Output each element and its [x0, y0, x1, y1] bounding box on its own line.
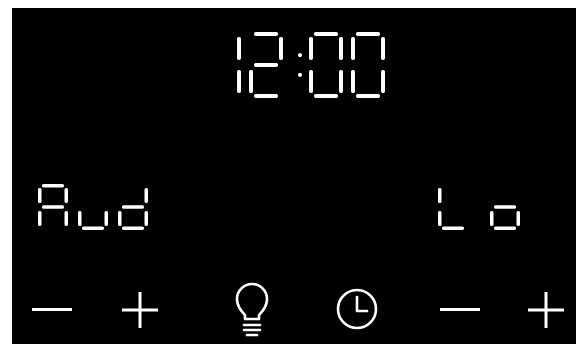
segment-c [339, 70, 343, 93]
segment-e [38, 211, 42, 226]
segment-e [249, 70, 253, 93]
segment-a [42, 184, 64, 188]
segment-e [351, 70, 355, 93]
segment-c [381, 70, 385, 93]
segment-b [144, 188, 148, 203]
plus-icon [528, 292, 564, 328]
segment-e [490, 211, 494, 226]
mode-text: Aud [12, 8, 13, 9]
segment-e [118, 211, 122, 226]
segment-b [237, 37, 241, 60]
timer-button[interactable]: clock-icon [332, 284, 382, 334]
segment-b [339, 37, 343, 60]
segment-e [438, 211, 442, 226]
segment-f [351, 37, 355, 60]
clock-icon [336, 288, 378, 330]
right-minus-button[interactable]: − [438, 288, 482, 332]
segment-d [254, 94, 278, 98]
segment-d [442, 226, 464, 230]
lightbulb-icon [235, 282, 269, 337]
segment-d [82, 226, 104, 230]
segment-f [309, 37, 313, 60]
segment-f [38, 188, 42, 203]
segment-a [254, 32, 278, 36]
segment-g [122, 205, 144, 209]
segment-d [494, 226, 516, 230]
level-segments [438, 188, 520, 230]
minus-icon [440, 308, 480, 311]
left-plus-button[interactable]: + [118, 288, 162, 332]
segment-c [516, 211, 520, 226]
clock-segments [237, 32, 385, 98]
control-panel-display: 12:00 Aud Lo − + lightbulb-icon [12, 8, 576, 344]
segment-b [381, 37, 385, 60]
mode-segments [38, 184, 148, 230]
segment-e [309, 70, 313, 93]
segment-c [144, 211, 148, 226]
segment-c [64, 211, 68, 226]
plus-icon [122, 292, 158, 328]
segment-b [279, 37, 283, 60]
segment-a [314, 32, 338, 36]
segment-a [356, 32, 380, 36]
segment-g [42, 205, 64, 209]
segment-d [356, 94, 380, 98]
segment-c [237, 70, 241, 93]
clock-text: 12:00 [12, 8, 13, 9]
segment-d [314, 94, 338, 98]
minus-icon [32, 308, 72, 311]
segment-c [104, 211, 108, 226]
segment-g [254, 63, 278, 67]
segment-g [494, 205, 516, 209]
segment-d [122, 226, 144, 230]
level-text: Lo [12, 8, 13, 9]
right-plus-button[interactable]: + [524, 288, 568, 332]
left-minus-button[interactable]: − [30, 288, 74, 332]
light-button[interactable]: lightbulb-icon [227, 278, 277, 340]
segment-e [78, 211, 82, 226]
segment-b [64, 188, 68, 203]
colon-dot [298, 72, 302, 77]
segment-f [438, 188, 442, 203]
colon-dot [298, 53, 302, 58]
